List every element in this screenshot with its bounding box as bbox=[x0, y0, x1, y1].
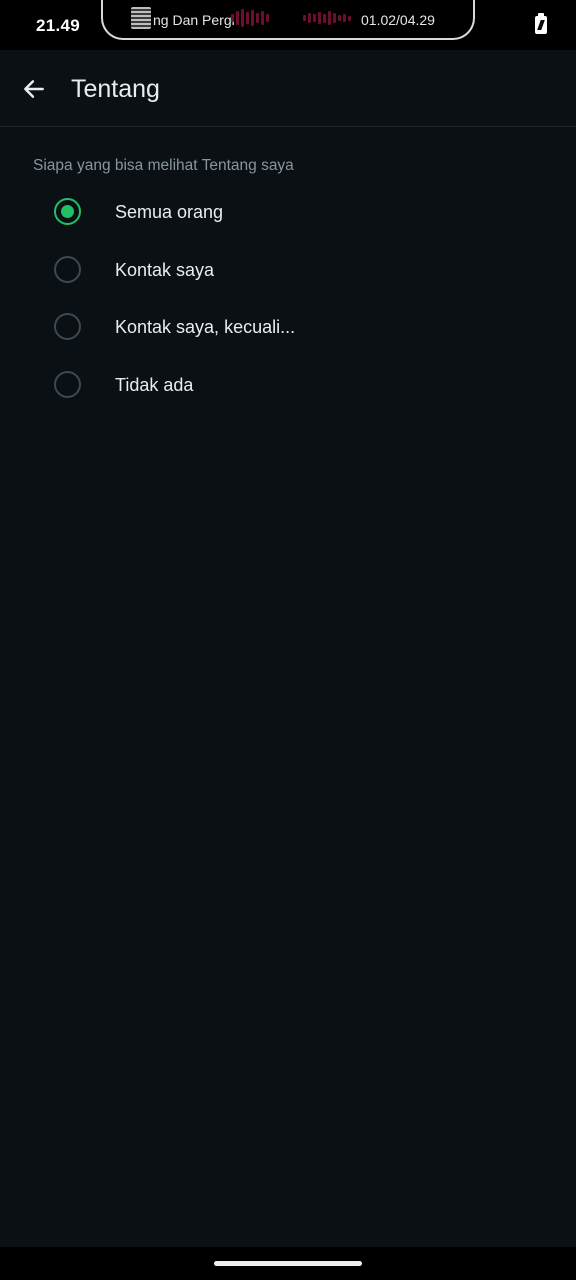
radio-button-checked[interactable] bbox=[54, 198, 81, 225]
page-title: Tentang bbox=[71, 75, 160, 103]
app-bar: Tentang bbox=[0, 50, 576, 127]
album-art-icon bbox=[131, 7, 151, 29]
option-kontak-saya[interactable]: Kontak saya bbox=[0, 241, 576, 299]
privacy-options: Semua orang Kontak saya Kontak saya, kec… bbox=[0, 183, 576, 413]
media-title: ng Dan Pergi bbox=[153, 12, 235, 28]
radio-button[interactable] bbox=[54, 313, 81, 340]
radio-button[interactable] bbox=[54, 255, 81, 283]
navigation-bar bbox=[0, 1247, 576, 1280]
option-tidak-ada[interactable]: Tidak ada bbox=[0, 356, 576, 414]
option-semua-orang[interactable]: Semua orang bbox=[0, 183, 576, 241]
option-label: Kontak saya, kecuali... bbox=[115, 317, 296, 337]
home-indicator[interactable] bbox=[214, 1261, 362, 1266]
media-notch[interactable]: ng Dan Pergi 01.02/04.29 bbox=[101, 0, 475, 40]
option-kontak-saya-kecuali[interactable]: Kontak saya, kecuali... bbox=[0, 298, 576, 356]
audio-wave-icon bbox=[231, 8, 269, 28]
status-time: 21.49 bbox=[36, 16, 81, 35]
radio-button[interactable] bbox=[54, 370, 81, 398]
back-button[interactable] bbox=[12, 67, 56, 111]
audio-wave-icon bbox=[303, 8, 351, 28]
arrow-left-icon bbox=[24, 80, 44, 98]
option-label: Tidak ada bbox=[115, 374, 194, 395]
battery-charging-icon bbox=[535, 13, 547, 34]
option-label: Semua orang bbox=[115, 202, 224, 222]
screen: 21.49 ng Dan Pergi 01.02/04.29 Tentang S… bbox=[0, 0, 576, 1280]
media-position: 01.02/04.29 bbox=[361, 12, 435, 28]
section-label: Siapa yang bisa melihat Tentang saya bbox=[33, 157, 294, 174]
option-label: Kontak saya bbox=[115, 259, 215, 280]
status-bar: 21.49 ng Dan Pergi 01.02/04.29 bbox=[0, 0, 576, 50]
